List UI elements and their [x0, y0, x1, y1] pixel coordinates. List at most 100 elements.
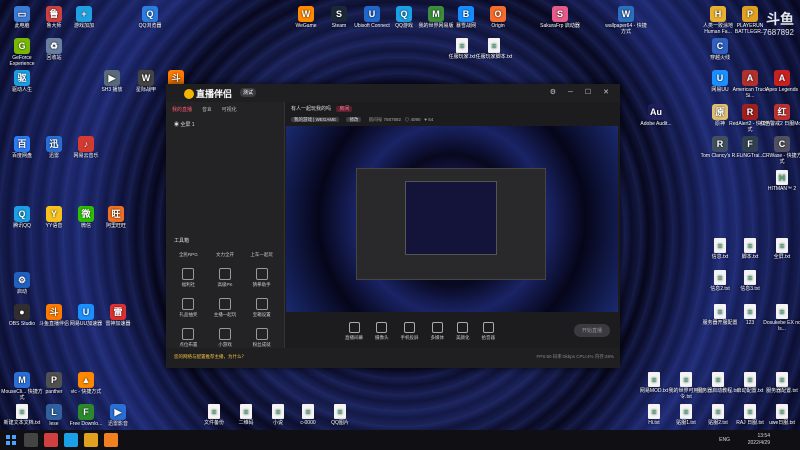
document-icon: ≡ [714, 270, 726, 285]
windows-start-icon[interactable] [6, 435, 16, 445]
tool-icon [182, 328, 195, 340]
edit-pill[interactable]: 修改 [346, 117, 362, 122]
app-icon: P [46, 372, 62, 388]
app-icon: S [331, 6, 347, 22]
taskbar-app-icon[interactable] [24, 433, 38, 447]
desktop-icon[interactable]: S SakuraFrp 启动器 [538, 6, 582, 29]
desktop-icon[interactable]: ♪ 网易云音乐 [64, 136, 108, 159]
desktop-icon-label: 星际战甲 [135, 87, 156, 93]
tool-label: 主播一起玩 [213, 312, 237, 317]
desktop-icon[interactable]: ≡ uwe日服.txt [760, 404, 800, 426]
desktop-icon[interactable]: 红红色警戒2 日服Mod [760, 104, 800, 127]
app-icon: Au [648, 104, 664, 120]
beauty-button[interactable]: 美颜化 [456, 321, 470, 341]
document-icon: ≡ [208, 404, 220, 419]
desktop-icon-label: 启动 [16, 289, 27, 295]
desktop-icon-label: 二维码 [238, 420, 254, 426]
beauty-icon [457, 321, 469, 333]
fan-count: 64 [428, 117, 434, 122]
desktop-icon-label: 123 [745, 320, 755, 326]
desktop-icon-label: SakuraFrp 启动器 [540, 23, 580, 29]
desktop-icon[interactable]: ≡ QQ图片 [318, 404, 362, 426]
tab-my-live[interactable]: 我的直播 [172, 106, 192, 113]
desktop-icon[interactable]: ≡ Dosukebe EX no ls... [760, 304, 800, 332]
desktop-icon[interactable]: Wwallpaper64 - 快捷方式 [604, 6, 648, 35]
tool-item[interactable]: 高级PK [207, 268, 244, 288]
app-icon: H [710, 6, 726, 22]
camera-button[interactable]: 摄像头 [375, 321, 389, 341]
tool-item[interactable]: 主播一起玩 [207, 298, 244, 318]
start-live-button[interactable]: 开始直播 [573, 324, 610, 337]
desktop-icon[interactable]: 驱驱动人生 [0, 70, 44, 93]
desktop-icon[interactable]: A Apex Legends [760, 70, 800, 93]
desktop-icon-label: lese [49, 421, 59, 427]
app-icon: 百 [14, 136, 30, 152]
tool-item[interactable]: 文力全开 [207, 252, 244, 258]
tool-item[interactable]: 粉丝成就 [243, 328, 280, 348]
desktop-icon-label: 小说 [272, 420, 283, 426]
desktop-icon-label: Adobe Audit... [640, 121, 672, 127]
tab-visual[interactable]: 可视化 [222, 106, 237, 113]
document-icon: ≡ [712, 372, 724, 387]
desktop-icon-label: QQ图片 [331, 420, 349, 426]
app-icon: G [14, 38, 30, 54]
desktop-icon[interactable]: ♻ 回收站 [32, 38, 76, 61]
category-pill[interactable]: 我的游戏 | WEGAME [291, 117, 340, 122]
taskbar-app-icon[interactable] [104, 433, 118, 447]
tool-item[interactable]: 点位布置 [170, 328, 207, 348]
media-button[interactable]: 多媒体 [431, 321, 444, 341]
stream-preview[interactable] [286, 126, 618, 312]
document-icon: ≡ [776, 238, 788, 253]
desktop-icon[interactable]: ≡ 任服玩家脚本.txt [472, 38, 516, 60]
logo-icon [184, 89, 194, 99]
app-icon: ⚙ [14, 272, 30, 288]
desktop-icon[interactable]: Au Adobe Audit... [634, 104, 678, 127]
window-controls[interactable]: ⚙ ─ ☐ ✕ [550, 88, 614, 96]
screen-source-button[interactable]: 直播间幕 [345, 321, 363, 341]
footer-notice[interactable]: 您的网络与配置推荐主播，为什么？ [174, 354, 246, 360]
desktop-icon[interactable]: ▶ 迅雷影音 [96, 404, 140, 427]
phone-cast-button[interactable]: 手机投屏 [400, 321, 419, 341]
desktop-icon[interactable]: C 穿越火线 [698, 38, 742, 61]
desktop-icon[interactable]: ▲ vlc - 快捷方式 [64, 372, 108, 395]
desktop-icon-label: 阿里旺旺 [105, 223, 126, 229]
mic-button[interactable]: 拾音器 [482, 321, 495, 341]
tool-item[interactable]: 福利社 [170, 268, 207, 288]
tool-item[interactable]: 礼品抽奖 [170, 298, 207, 318]
taskbar-app-icon[interactable] [64, 433, 78, 447]
desktop-icon[interactable]: + 游戏加加 [62, 6, 106, 29]
tool-item[interactable]: 宝箱设置 [243, 298, 280, 318]
desktop-icon-label: 贴服2.txt [708, 420, 728, 426]
tab-audio[interactable]: 音효 [202, 106, 212, 113]
app-icon: 红 [774, 104, 790, 120]
desktop-icon[interactable]: ⚙ 启动 [0, 272, 44, 295]
app-icon: R [742, 104, 758, 120]
tool-item[interactable]: 猜拳助手 [243, 268, 280, 288]
document-icon: ≡ [488, 38, 500, 53]
taskbar-app-icon[interactable] [44, 433, 58, 447]
scene-item[interactable]: ◉ 全屏 1 [166, 117, 284, 132]
desktop-icon[interactable]: C CRWase - 快捷方式 [760, 136, 800, 165]
room-title[interactable]: 有人一起玩我的吗 [291, 106, 331, 112]
desktop-icon[interactable]: 旺阿里旺旺 [94, 206, 138, 229]
desktop-icon[interactable]: Q QQ浏览器 [128, 6, 172, 29]
document-icon: ≡ [680, 404, 692, 419]
input-language[interactable]: ENG [719, 437, 730, 443]
desktop-icon[interactable]: H HITMAN™ 2 [760, 170, 800, 192]
desktop-icon-label: SH3 播放 [101, 87, 123, 93]
desktop-icon[interactable]: 雷雷神加速器 [96, 304, 140, 327]
desktop-icon[interactable]: ≡ 信息3.txt [728, 270, 772, 292]
desktop-icon-label: 回收站 [46, 55, 62, 61]
taskbar-app-icon[interactable] [84, 433, 98, 447]
tool-item[interactable]: 小游戏 [207, 328, 244, 348]
desktop-icon-label: QQ浏览器 [138, 23, 162, 29]
bb-label: 手机投屏 [400, 334, 419, 340]
desktop-icon[interactable]: ≡ 服务器配置.txt [760, 372, 800, 394]
tool-item[interactable]: 全民RPG [170, 252, 207, 258]
desktop-icon-label: 网易云音乐 [73, 153, 99, 159]
desktop-icon[interactable]: U 网易UU [698, 70, 742, 93]
desktop-icon[interactable]: ≡ 全屏.txt [760, 238, 800, 260]
clock[interactable]: 13:54 2022/4/29 [748, 433, 770, 447]
desktop-icon[interactable]: O Origin [476, 6, 520, 29]
tool-item[interactable]: 上车一起玩 [243, 252, 280, 258]
